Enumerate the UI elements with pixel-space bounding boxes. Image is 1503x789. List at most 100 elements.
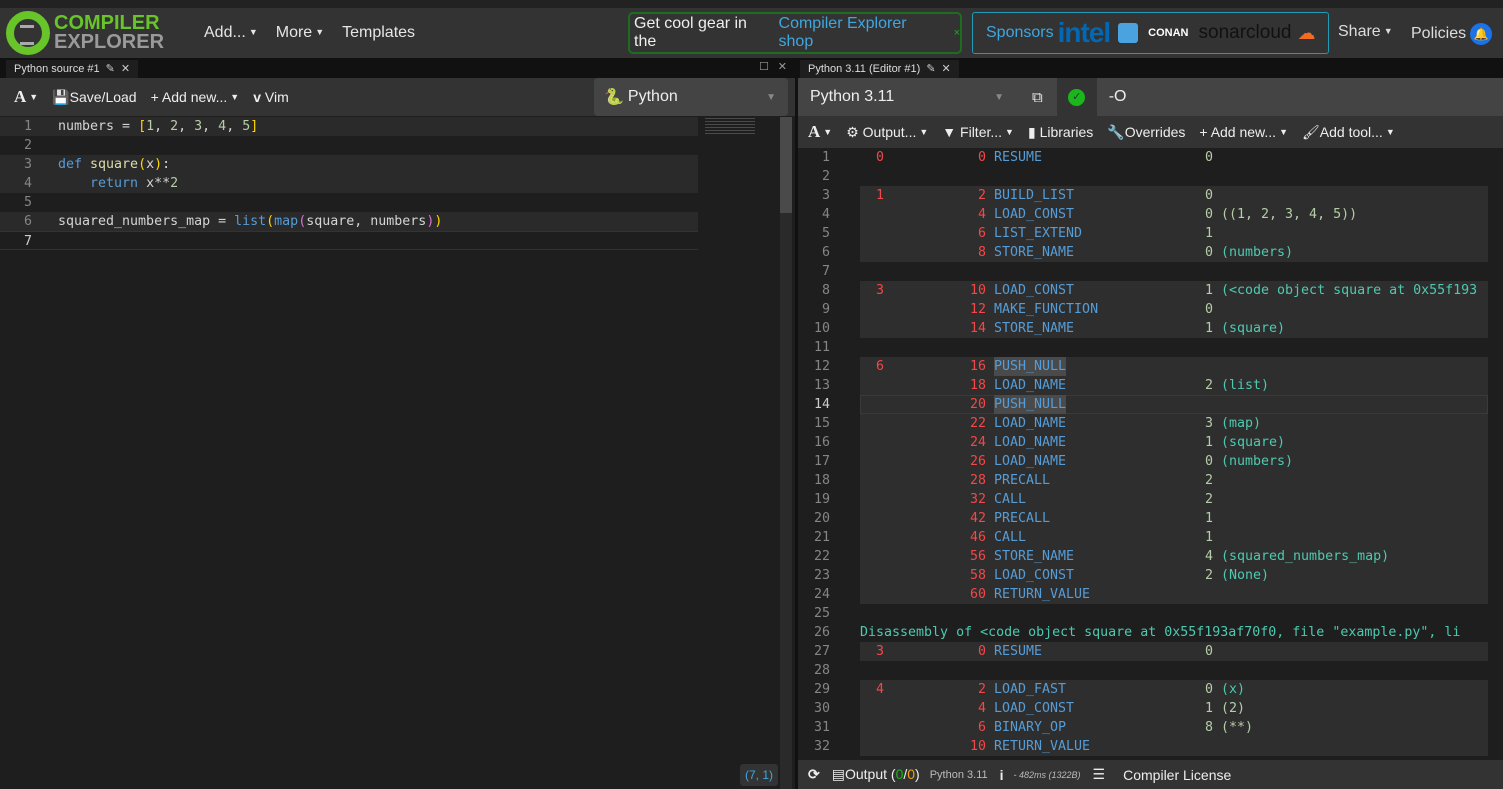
offset: 4 [977,701,986,716]
templates-button[interactable]: Templates [342,24,415,42]
logo-gear-icon [6,11,50,55]
close-icon[interactable]: ✕ [942,63,951,75]
line-number: 16 [813,435,830,450]
shop-close-button[interactable]: × [954,27,960,39]
opcode: LOAD_FAST [994,682,1067,697]
opcode: LOAD_CONST [994,568,1075,583]
add-menu[interactable]: Add... ▼ [204,24,258,42]
vim-button[interactable]: v Vim [253,89,289,105]
arg: 0 [1205,454,1214,469]
opcode: LOAD_NAME [994,435,1067,450]
asm-line: 25 [798,604,1488,623]
token: x** [146,176,171,191]
line-number: 28 [813,663,830,678]
offset: 6 [977,720,986,735]
assembly-output[interactable]: 1 0 0 RESUME 0 2 3 1 2 BUILD_LIST 0 4 4 LOAD_CONST 0((… [798,148,1488,760]
minimap[interactable] [705,118,755,134]
output-menu[interactable]: ⚙ Output... ▼ [846,124,928,141]
policies-label: Policies [1411,25,1467,42]
asm-body: 12 MAKE_FUNCTION 0 [860,300,1488,319]
asm-line: 26 Disassembly of <code object square at … [798,623,1488,642]
intel-logo: intel [1057,17,1112,48]
more-menu[interactable]: More ▼ [276,24,324,42]
sponsors-label: Sponsors [986,24,1054,41]
close-icon[interactable]: ✕ [121,63,130,75]
asm-body: 3 0 RESUME 0 [860,642,1488,661]
source-line: 1 [876,188,885,203]
token: ( [266,214,275,229]
line-number: 12 [813,359,830,374]
token: , [202,119,219,134]
asm-line: 12 6 16 PUSH_NULL [798,357,1488,376]
filter-menu[interactable]: ▼ Filter... ▼ [942,124,1014,140]
code-line: 3 def square(x): [0,155,698,174]
opcode: LOAD_CONST [994,207,1075,222]
shop-link[interactable]: Compiler Explorer shop [779,15,946,51]
paren: ) [915,766,920,782]
scrollbar-thumb[interactable] [780,117,792,213]
token: ) [154,157,163,172]
add-new-button[interactable]: + Add new... ▼ [1199,124,1288,140]
caret-down-icon: ▼ [230,92,240,102]
token: 1 [146,119,155,134]
refresh-icon[interactable]: ⟳ [808,766,820,783]
share-menu[interactable]: Share ▼ [1338,23,1393,41]
compiler-select[interactable]: Python 3.11 ▼ [798,78,1026,116]
font-size-button[interactable]: A ▼ [14,87,38,107]
add-tool-button[interactable]: 🖌Add tool... ▼ [1302,124,1395,141]
tab-compiler[interactable]: Python 3.11 (Editor #1) ✎ ✕ [800,60,959,78]
add-new-button[interactable]: + Add new... ▼ [151,89,240,105]
caret-down-icon: ▼ [315,27,325,37]
add-label: Add... [204,24,246,41]
pencil-icon[interactable]: ✎ [926,63,935,75]
policies-menu[interactable]: Policies 🔔 [1411,23,1493,45]
chart-icon[interactable]: ☰ [1093,766,1106,783]
logo[interactable]: COMPILER EXPLORER [6,11,186,55]
token: , [178,119,195,134]
popout-icon[interactable]: ⧉ [1032,89,1043,106]
asm-body [860,661,1488,680]
warn-count: 0 [907,766,916,782]
offset: 4 [977,207,986,222]
disassembly-header: Disassembly of <code object square at 0x… [860,625,1461,640]
arg: 0 [1205,682,1214,697]
line-number: 30 [813,701,830,716]
asm-line: 18 28 PRECALL 2 [798,471,1488,490]
shop-banner: Get cool gear in the Compiler Explorer s… [628,12,962,54]
sponsors-banner[interactable]: Sponsors intel CONAN sonarcloud ☁ [972,12,1329,54]
source-code[interactable]: 1 numbers = [1, 2, 3, 4, 5] 2 3 def square(x… [0,117,698,789]
language-select[interactable]: 🐍 Python ▼ [594,78,788,116]
opcode: STORE_NAME [994,245,1075,260]
compiler-license-link[interactable]: Compiler License [1123,767,1231,783]
output-button[interactable]: ▤Output (0/0) [832,766,920,783]
save-load-button[interactable]: 💾Save/Load [52,89,136,106]
scrollbar[interactable] [780,117,792,789]
font-size-button[interactable]: A ▼ [808,122,832,142]
maximize-icon[interactable]: ☐ [759,60,769,73]
cursor-position: (7, 1) [740,764,779,786]
close-pane-icon[interactable]: ✕ [778,60,787,73]
sonarcloud-icon: ☁ [1297,22,1316,43]
code-line: 2 [0,136,698,155]
arg-comment: (x) [1221,682,1246,697]
opcode: LOAD_NAME [994,416,1067,431]
info-icon[interactable]: i [1000,767,1004,783]
tab-python-source[interactable]: Python source #1 ✎ ✕ [6,60,139,78]
asm-body: 22 LOAD_NAME 3 (map) [860,414,1488,433]
arg: 1 [1205,283,1214,298]
filter-label: Filter... [960,124,1003,140]
compiler-options-input[interactable]: -O [1109,88,1127,106]
arg-comment: (**) [1221,720,1254,735]
arg: 1 [1205,435,1214,450]
arg: 2 [1205,378,1214,393]
asm-line: 8 3 10 LOAD_CONST 1 (<code object square at 0… [798,281,1488,300]
opcode: MAKE_FUNCTION [994,302,1099,317]
overrides-button[interactable]: 🔧Overrides [1107,124,1185,141]
opcode: BUILD_LIST [994,188,1075,203]
pencil-icon[interactable]: ✎ [106,63,115,75]
line-number: 21 [813,530,830,545]
tab-title: Python 3.11 (Editor #1) [808,63,921,75]
asm-body [860,167,1488,186]
libraries-button[interactable]: ▮ Libraries [1028,124,1093,141]
token: map [274,214,299,229]
